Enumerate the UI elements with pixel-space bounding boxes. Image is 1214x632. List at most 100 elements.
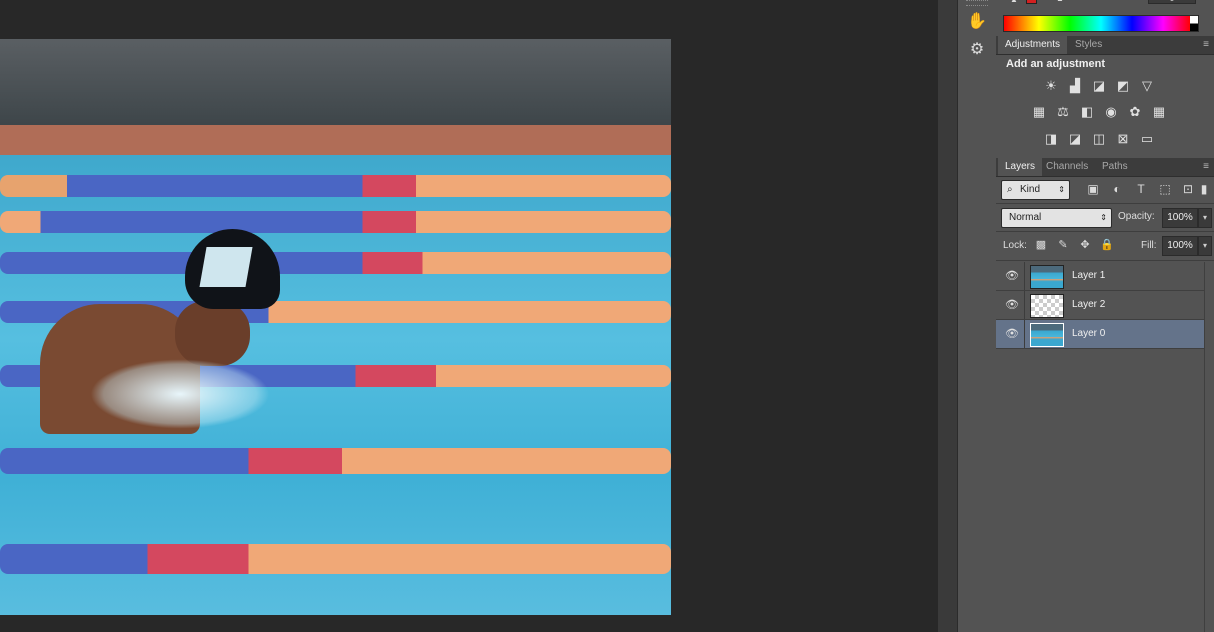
layer-thumbnail bbox=[1030, 294, 1064, 318]
opacity-value: 100% bbox=[1167, 212, 1193, 223]
filter-pixel-icon[interactable]: ▣ bbox=[1084, 180, 1102, 198]
layer-name[interactable]: Layer 2 bbox=[1072, 291, 1105, 319]
lane-rope bbox=[0, 175, 671, 197]
filter-adjustment-icon[interactable]: ◐ bbox=[1108, 180, 1126, 198]
filter-kind-select[interactable]: ⌕ Kind ⇕ bbox=[1001, 180, 1070, 200]
divider bbox=[996, 231, 1214, 232]
tab-label: Paths bbox=[1102, 161, 1128, 172]
lock-label: Lock: bbox=[1003, 240, 1027, 251]
channel-mixer-icon[interactable]: ✿ bbox=[1126, 103, 1144, 121]
color-spectrum[interactable] bbox=[1003, 15, 1199, 32]
curves-icon[interactable]: ◪ bbox=[1090, 77, 1108, 95]
chevron-down-icon: ▾ bbox=[1202, 241, 1207, 250]
vibrance-icon[interactable]: ▽ bbox=[1138, 77, 1156, 95]
hue-saturation-icon[interactable]: ▦ bbox=[1030, 103, 1048, 121]
layer-filter-row: ⌕ Kind ⇕ ▣ ◐ T ⬚ ⊡ ▮ bbox=[1001, 180, 1214, 200]
eye-icon[interactable]: 👁 bbox=[1004, 298, 1020, 312]
filter-shape-icon[interactable]: ⬚ bbox=[1156, 180, 1174, 198]
warning-icon: ▲ bbox=[1010, 0, 1018, 4]
levels-icon[interactable]: ▟ bbox=[1066, 77, 1084, 95]
fill-dropdown[interactable]: ▾ bbox=[1198, 236, 1212, 256]
adjustments-heading: Add an adjustment bbox=[1006, 58, 1106, 70]
right-panels: ▲ ▪ ▲ 0 Adjustments Styles ≡ Add an adju… bbox=[996, 0, 1214, 632]
lane-rope bbox=[0, 211, 671, 233]
selective-color-icon[interactable]: ⊠ bbox=[1114, 130, 1132, 148]
black-white-icon[interactable]: ◧ bbox=[1078, 103, 1096, 121]
fill-input[interactable]: 100% bbox=[1162, 236, 1198, 256]
color-balance-icon[interactable]: ⚖ bbox=[1054, 103, 1072, 121]
filter-smart-object-icon[interactable]: ⊡ bbox=[1179, 180, 1197, 198]
lock-move-icon[interactable]: ✥ bbox=[1078, 238, 1092, 252]
lock-transparent-icon[interactable]: ▩ bbox=[1034, 238, 1048, 252]
search-icon: ⌕ bbox=[1007, 184, 1013, 195]
chevron-updown-icon: ⇕ bbox=[1058, 185, 1065, 194]
posterize-icon[interactable]: ◪ bbox=[1066, 130, 1084, 148]
tab-styles[interactable]: Styles bbox=[1068, 36, 1109, 54]
panel-dock-strip bbox=[938, 0, 957, 632]
filter-type-icon[interactable]: T bbox=[1132, 180, 1150, 198]
water-splash bbox=[90, 359, 270, 429]
pool-deck bbox=[0, 39, 671, 131]
hand-icon[interactable]: ✋ bbox=[965, 10, 989, 34]
chevron-down-icon: ▾ bbox=[1202, 213, 1207, 222]
layer-thumbnail bbox=[1030, 265, 1064, 289]
layer-row[interactable]: 👁 Layer 1 bbox=[996, 262, 1204, 291]
divider bbox=[1024, 320, 1025, 348]
tab-label: Channels bbox=[1046, 161, 1089, 172]
tab-paths[interactable]: Paths bbox=[1095, 158, 1135, 176]
color-value-field[interactable]: 0 bbox=[1148, 0, 1196, 4]
color-lookup-icon[interactable]: ▦ bbox=[1150, 103, 1168, 121]
photo-filter-icon[interactable]: ◉ bbox=[1102, 103, 1120, 121]
exposure-icon[interactable]: ◩ bbox=[1114, 77, 1132, 95]
layers-list: 👁 Layer 1 👁 Layer 2 👁 Layer 0 bbox=[996, 262, 1204, 632]
cap-logo bbox=[199, 247, 253, 287]
lock-all-icon[interactable]: 🔒 bbox=[1100, 238, 1114, 252]
swimmer-photo[interactable] bbox=[0, 39, 671, 615]
color-value: 0 bbox=[1149, 0, 1195, 3]
layer-name[interactable]: Layer 0 bbox=[1072, 320, 1105, 348]
lock-brush-icon[interactable]: ✎ bbox=[1056, 238, 1070, 252]
eye-icon[interactable]: 👁 bbox=[1004, 327, 1020, 341]
layer-row[interactable]: 👁 Layer 2 bbox=[996, 291, 1204, 320]
drop-icon: ▲ bbox=[1056, 0, 1064, 3]
eye-icon[interactable]: 👁 bbox=[1004, 269, 1020, 283]
lane-rope bbox=[0, 252, 671, 274]
divider bbox=[996, 260, 1214, 261]
opacity-label: Opacity: bbox=[1118, 211, 1155, 222]
tab-label: Adjustments bbox=[1005, 39, 1061, 50]
layer-row[interactable]: 👁 Layer 0 bbox=[996, 320, 1204, 349]
layers-tabbar: Layers Channels Paths ≡ bbox=[996, 158, 1214, 177]
gradient-map-icon[interactable]: ▭ bbox=[1138, 130, 1156, 148]
swimmer-face bbox=[175, 301, 250, 366]
tab-adjustments[interactable]: Adjustments bbox=[998, 36, 1068, 54]
opacity-dropdown[interactable]: ▾ bbox=[1198, 208, 1212, 228]
dock-grip[interactable] bbox=[966, 0, 988, 6]
filter-kind-label: Kind bbox=[1020, 184, 1041, 195]
color-panel: ▲ ▪ ▲ 0 bbox=[996, 0, 1214, 37]
divider bbox=[1024, 291, 1025, 319]
threshold-icon[interactable]: ◫ bbox=[1090, 130, 1108, 148]
tool-dock: ✋ ⚙ bbox=[957, 0, 997, 632]
opacity-input[interactable]: 100% bbox=[1162, 208, 1198, 228]
adjust-icon[interactable]: ⚙ bbox=[965, 38, 989, 62]
blend-mode-value: Normal bbox=[1009, 212, 1042, 223]
blend-mode-select[interactable]: Normal ⇕ bbox=[1001, 208, 1112, 228]
brightness-contrast-icon[interactable]: ☀ bbox=[1042, 77, 1060, 95]
fill-label: Fill: bbox=[1141, 240, 1157, 251]
filter-toggle-icon[interactable]: ▮ bbox=[1199, 180, 1209, 198]
layer-name[interactable]: Layer 1 bbox=[1072, 262, 1105, 290]
foreground-swatch[interactable] bbox=[1026, 0, 1037, 4]
lane-rope bbox=[0, 448, 671, 474]
panel-menu-icon[interactable]: ≡ bbox=[1200, 161, 1212, 173]
tab-channels[interactable]: Channels bbox=[1039, 158, 1095, 176]
document-canvas[interactable] bbox=[0, 0, 938, 632]
tab-label: Styles bbox=[1075, 39, 1103, 50]
panel-menu-icon[interactable]: ≡ bbox=[1200, 39, 1212, 51]
tab-layers[interactable]: Layers bbox=[998, 158, 1043, 176]
invert-icon[interactable]: ◨ bbox=[1042, 130, 1060, 148]
layer-thumbnail bbox=[1030, 323, 1064, 347]
cube-icon: ▪ bbox=[1044, 0, 1047, 3]
divider bbox=[996, 203, 1214, 204]
layers-scrollbar[interactable] bbox=[1204, 262, 1214, 632]
black-white-swatch[interactable] bbox=[1190, 16, 1198, 31]
